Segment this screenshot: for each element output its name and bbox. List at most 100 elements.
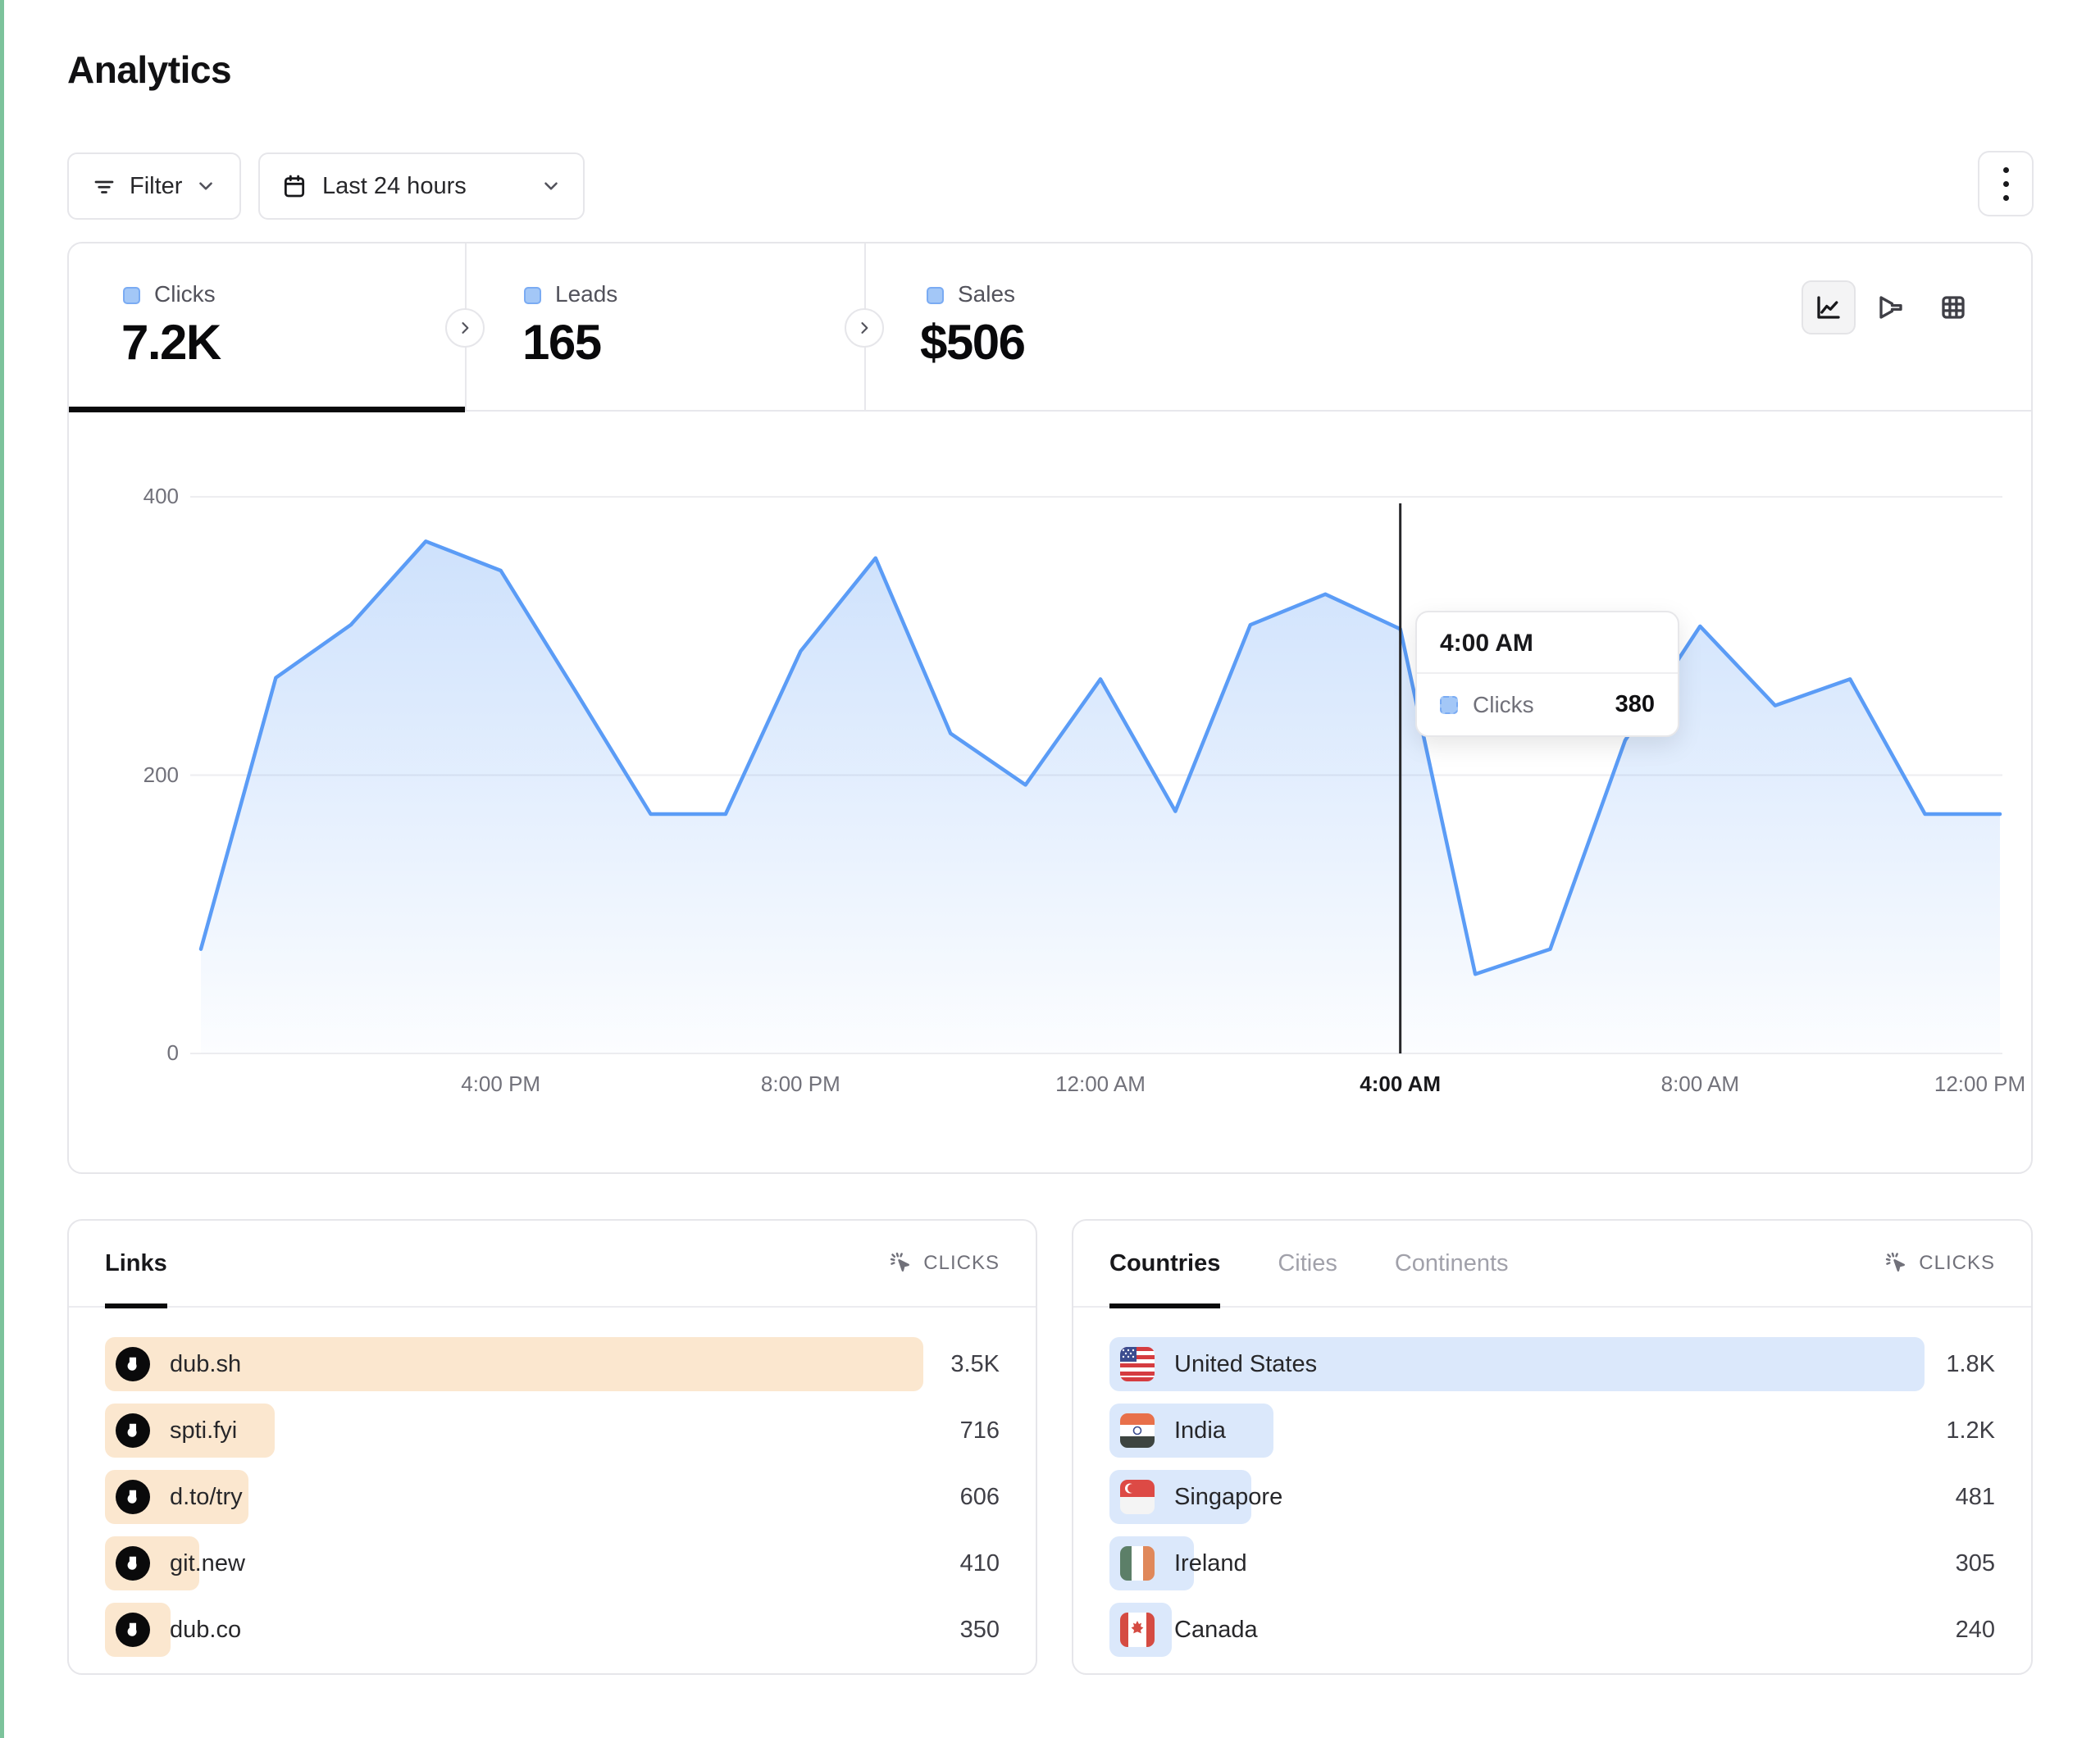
ca-flag-icon xyxy=(1120,1613,1155,1647)
row-label: git.new xyxy=(170,1550,245,1577)
row-value: 410 xyxy=(960,1536,1000,1590)
y-tick-label: 0 xyxy=(112,1040,179,1066)
row-label: dub.co xyxy=(170,1617,241,1644)
date-range-label: Last 24 hours xyxy=(322,173,467,200)
row-label: Singapore xyxy=(1174,1484,1282,1511)
dub-logo-icon xyxy=(116,1480,150,1514)
row-value: 240 xyxy=(1956,1603,1995,1657)
x-tick-label: 4:00 PM xyxy=(461,1071,540,1097)
geo-metric-label: CLICKS xyxy=(1919,1252,1995,1275)
active-tab-underline xyxy=(69,407,465,412)
chart-tooltip: 4:00 AM Clicks 380 xyxy=(1415,611,1679,737)
in-flag-icon xyxy=(1120,1413,1155,1448)
ie-flag-icon xyxy=(1120,1546,1155,1581)
row-value: 1.8K xyxy=(1946,1337,1995,1391)
analytics-page: Analytics Filter Last 24 hours Clicks 7.… xyxy=(0,0,2100,1738)
line-chart-view-button[interactable] xyxy=(1802,280,1856,334)
calendar-icon xyxy=(281,173,307,199)
y-tick-label: 200 xyxy=(112,762,179,788)
tooltip-value: 380 xyxy=(1615,691,1655,718)
geo-panel: Countries Cities Continents CLICKS Unite… xyxy=(1072,1219,2033,1675)
y-tick-label: 400 xyxy=(112,484,179,509)
next-metric-button[interactable] xyxy=(445,308,485,348)
clicks-legend-swatch xyxy=(123,287,140,304)
filter-button-label: Filter xyxy=(130,173,182,200)
kebab-icon xyxy=(2003,167,2009,173)
tab-sales[interactable]: Sales $506 xyxy=(866,243,1292,412)
leads-value: 165 xyxy=(522,314,601,371)
date-range-button[interactable]: Last 24 hours xyxy=(258,152,585,220)
chevron-down-icon xyxy=(195,175,216,197)
tooltip-time: 4:00 AM xyxy=(1417,612,1678,674)
dub-logo-icon xyxy=(116,1413,150,1448)
row-value: 1.2K xyxy=(1946,1404,1995,1458)
row-label: dub.sh xyxy=(170,1351,241,1378)
link-row[interactable]: spti.fyi 716 xyxy=(105,1404,1000,1458)
x-tick-label: 12:00 PM xyxy=(1934,1071,2025,1097)
dub-logo-icon xyxy=(116,1347,150,1381)
link-row[interactable]: d.to/try 606 xyxy=(105,1470,1000,1524)
links-panel: Links CLICKS dub.sh 3.5K spti.fyi 716 d.to/t… xyxy=(67,1219,1037,1675)
funnel-view-button[interactable] xyxy=(1864,280,1918,334)
row-value: 606 xyxy=(960,1470,1000,1524)
links-list: dub.sh 3.5K spti.fyi 716 d.to/try 606 git.new 4… xyxy=(105,1337,1000,1669)
clicks-area-chart[interactable] xyxy=(190,461,2002,1067)
link-row[interactable]: dub.co 350 xyxy=(105,1603,1000,1657)
table-grid-icon xyxy=(1938,293,1968,322)
leads-legend-swatch xyxy=(524,287,541,304)
x-tick-label: 12:00 AM xyxy=(1055,1071,1146,1097)
next-metric-button[interactable] xyxy=(845,308,884,348)
chevron-down-icon xyxy=(540,175,562,197)
geo-metric-toggle[interactable]: CLICKS xyxy=(1884,1251,1995,1276)
tooltip-legend-swatch xyxy=(1440,696,1458,714)
dub-logo-icon xyxy=(116,1546,150,1581)
links-metric-toggle[interactable]: CLICKS xyxy=(889,1251,1000,1276)
funnel-icon xyxy=(1876,293,1906,322)
country-row[interactable]: United States 1.8K xyxy=(1109,1337,1995,1391)
clicks-label: Clicks xyxy=(154,281,216,307)
country-row[interactable]: Canada 240 xyxy=(1109,1603,1995,1657)
row-value: 305 xyxy=(1956,1536,1995,1590)
x-tick-label: 4:00 AM xyxy=(1360,1071,1441,1097)
tab-cities[interactable]: Cities xyxy=(1278,1220,1337,1307)
tooltip-series-label: Clicks xyxy=(1473,692,1534,718)
row-label: United States xyxy=(1174,1351,1317,1378)
clicks-value: 7.2K xyxy=(121,314,221,371)
tab-links[interactable]: Links xyxy=(105,1220,167,1307)
us-flag-icon xyxy=(1120,1347,1155,1381)
row-label: Canada xyxy=(1174,1617,1258,1644)
filter-icon xyxy=(92,174,116,198)
more-options-button[interactable] xyxy=(1978,151,2034,216)
row-label: spti.fyi xyxy=(170,1417,237,1445)
row-label: d.to/try xyxy=(170,1484,243,1511)
tab-countries[interactable]: Countries xyxy=(1109,1220,1220,1307)
line-chart-icon xyxy=(1814,293,1843,322)
country-row[interactable]: India1.2K xyxy=(1109,1404,1995,1458)
page-title: Analytics xyxy=(67,48,231,92)
links-metric-label: CLICKS xyxy=(923,1252,1000,1275)
filter-button[interactable]: Filter xyxy=(67,152,241,220)
row-value: 716 xyxy=(960,1404,1000,1458)
country-row[interactable]: Singapore 481 xyxy=(1109,1470,1995,1524)
sg-flag-icon xyxy=(1120,1480,1155,1514)
x-tick-label: 8:00 AM xyxy=(1661,1071,1739,1097)
row-value: 350 xyxy=(960,1603,1000,1657)
tab-leads[interactable]: Leads 165 xyxy=(467,243,864,412)
row-value: 3.5K xyxy=(950,1337,1000,1391)
tab-clicks[interactable]: Clicks 7.2K xyxy=(69,243,465,412)
cursor-click-icon xyxy=(889,1251,913,1276)
left-edge-accent xyxy=(0,0,4,1738)
row-value: 481 xyxy=(1956,1470,1995,1524)
stats-row: Clicks 7.2K Leads 165 Sales $506 xyxy=(69,243,2031,412)
tab-continents[interactable]: Continents xyxy=(1395,1220,1509,1307)
link-row[interactable]: git.new 410 xyxy=(105,1536,1000,1590)
chart-view-toggles xyxy=(1802,280,1980,334)
analytics-card: Clicks 7.2K Leads 165 Sales $506 xyxy=(67,242,2033,1174)
sales-value: $506 xyxy=(920,314,1024,371)
table-view-button[interactable] xyxy=(1926,280,1980,334)
x-tick-label: 8:00 PM xyxy=(761,1071,840,1097)
dub-logo-icon xyxy=(116,1613,150,1647)
countries-list: United States 1.8K India1.2K Singapore 481 Ir… xyxy=(1109,1337,1995,1669)
country-row[interactable]: Ireland305 xyxy=(1109,1536,1995,1590)
link-row[interactable]: dub.sh 3.5K xyxy=(105,1337,1000,1391)
